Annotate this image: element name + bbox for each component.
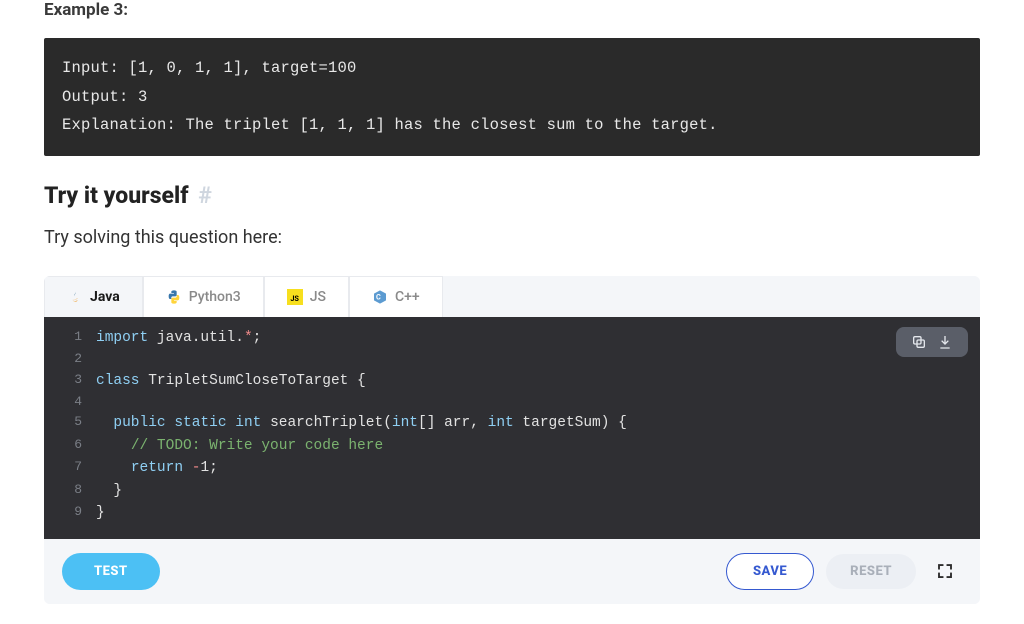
editor-line: 5 public static int searchTriplet(int[] … bbox=[44, 412, 980, 434]
tab-label: Python3 bbox=[189, 289, 241, 305]
example-label: Example 3: bbox=[44, 0, 980, 20]
cpp-icon: C bbox=[372, 289, 388, 305]
heading-anchor[interactable]: # bbox=[198, 182, 212, 209]
instruction-text: Try solving this question here: bbox=[44, 227, 980, 248]
js-icon: JS bbox=[287, 289, 303, 305]
line-number: 3 bbox=[44, 370, 96, 392]
code-editor-panel: Java Python3 JS JS C C++ 1import java.util.*;… bbox=[44, 276, 980, 604]
line-code[interactable]: } bbox=[96, 480, 122, 502]
java-icon bbox=[67, 289, 83, 305]
example-code-block: Input: [1, 0, 1, 1], target=100 Output: … bbox=[44, 38, 980, 156]
editor-line: 8 } bbox=[44, 480, 980, 502]
code-editor[interactable]: 1import java.util.*;23class TripletSumCl… bbox=[44, 317, 980, 539]
language-tabs: Java Python3 JS JS C C++ bbox=[44, 276, 980, 317]
line-code[interactable]: class TripletSumCloseToTarget { bbox=[96, 370, 366, 392]
editor-line: 4 bbox=[44, 392, 980, 412]
tab-js[interactable]: JS JS bbox=[264, 276, 349, 317]
editor-line: 9} bbox=[44, 502, 980, 524]
editor-line: 3class TripletSumCloseToTarget { bbox=[44, 370, 980, 392]
tab-label: JS bbox=[310, 289, 326, 305]
heading-title: Try it yourself bbox=[44, 182, 189, 209]
line-number: 1 bbox=[44, 327, 96, 349]
download-icon[interactable] bbox=[936, 333, 954, 351]
line-number: 6 bbox=[44, 435, 96, 457]
line-number: 7 bbox=[44, 457, 96, 479]
line-number: 8 bbox=[44, 480, 96, 502]
editor-line: 2 bbox=[44, 349, 980, 369]
tab-python3[interactable]: Python3 bbox=[143, 276, 264, 317]
editor-actions bbox=[896, 327, 968, 357]
line-number: 9 bbox=[44, 502, 96, 524]
section-heading: Try it yourself # bbox=[44, 182, 980, 209]
line-code[interactable]: // TODO: Write your code here bbox=[96, 435, 383, 457]
editor-footer: TEST SAVE RESET bbox=[44, 539, 980, 604]
tab-label: Java bbox=[90, 289, 120, 305]
save-button[interactable]: SAVE bbox=[726, 553, 814, 590]
copy-icon[interactable] bbox=[910, 333, 928, 351]
line-code[interactable]: import java.util.*; bbox=[96, 327, 261, 349]
line-number: 5 bbox=[44, 412, 96, 434]
tab-java[interactable]: Java bbox=[44, 276, 143, 317]
editor-line: 7 return -1; bbox=[44, 457, 980, 479]
editor-line: 1import java.util.*; bbox=[44, 327, 980, 349]
line-number: 4 bbox=[44, 392, 96, 412]
fullscreen-icon[interactable] bbox=[928, 554, 962, 588]
tab-label: C++ bbox=[395, 289, 420, 305]
line-number: 2 bbox=[44, 349, 96, 369]
svg-text:JS: JS bbox=[290, 294, 299, 303]
line-code[interactable]: public static int searchTriplet(int[] ar… bbox=[96, 412, 627, 434]
reset-button[interactable]: RESET bbox=[826, 554, 916, 589]
line-code[interactable]: return -1; bbox=[96, 457, 218, 479]
line-code[interactable]: } bbox=[96, 502, 105, 524]
test-button[interactable]: TEST bbox=[62, 553, 160, 590]
svg-text:C: C bbox=[376, 293, 381, 302]
tab-cplusplus[interactable]: C C++ bbox=[349, 276, 443, 317]
python-icon bbox=[166, 289, 182, 305]
editor-line: 6 // TODO: Write your code here bbox=[44, 435, 980, 457]
